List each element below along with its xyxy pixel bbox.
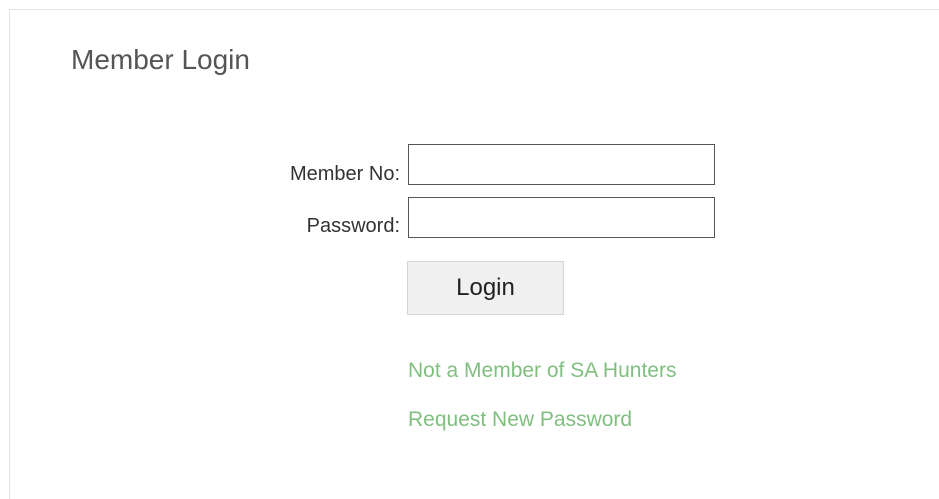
login-button[interactable]: Login <box>407 261 564 315</box>
password-input[interactable] <box>408 197 715 238</box>
not-a-member-link[interactable]: Not a Member of SA Hunters <box>408 359 676 383</box>
request-new-password-link[interactable]: Request New Password <box>408 408 632 432</box>
page-title: Member Login <box>71 44 250 75</box>
password-label: Password: <box>306 215 400 237</box>
member-no-label: Member No: <box>289 163 400 185</box>
member-no-input[interactable] <box>408 144 715 185</box>
login-panel: Member Login Member No: Password: Login … <box>9 9 939 499</box>
